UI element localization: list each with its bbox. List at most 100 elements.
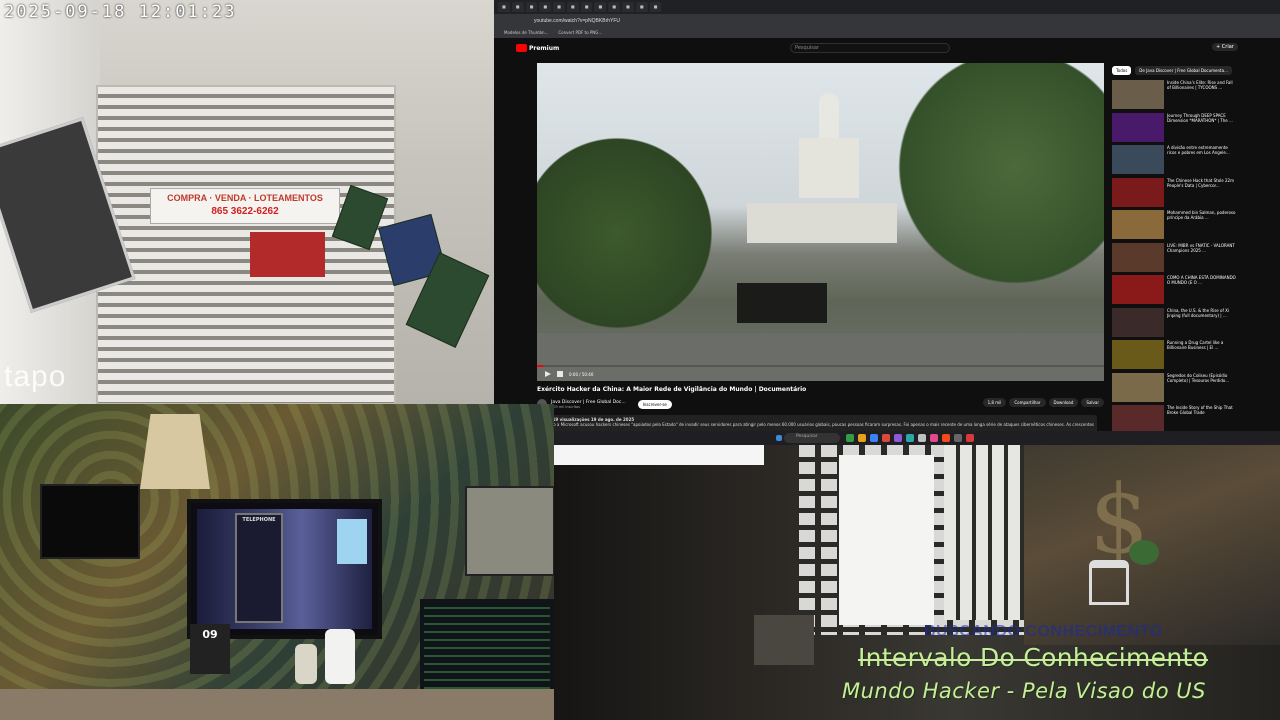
video-thumbnail[interactable] (1112, 112, 1164, 142)
download-button[interactable]: Download (1048, 398, 1079, 407)
browser-tab[interactable]: ■ (511, 2, 524, 12)
recommendation-item[interactable]: Inside China's Elite: Rise and Fall of B… (1112, 80, 1236, 112)
youtube-header: Premium Pesquisar + Criar (494, 38, 1280, 58)
recommendation-item[interactable]: Mohammed bin Salman, poderoso príncipe d… (1112, 210, 1236, 242)
chrome-icon[interactable] (942, 434, 950, 442)
desk (0, 689, 554, 720)
recommendation-item[interactable]: The Chinese Hack that Stole 22m People's… (1112, 177, 1236, 210)
video-thumbnail[interactable] (1112, 405, 1164, 434)
youtube-logo[interactable]: Premium (516, 44, 559, 52)
search-input[interactable]: Pesquisar (790, 43, 950, 53)
recommendation-title[interactable]: Inside China's Elite: Rise and Fall of B… (1167, 80, 1236, 100)
chip-channel[interactable]: De Java Discover | Free Global Documenta… (1135, 66, 1232, 75)
browser-tab[interactable]: ■ (649, 2, 662, 12)
url-text[interactable]: youtube.com/watch?v=pNQBKBrhYFU (534, 18, 620, 24)
create-button[interactable]: + Criar (1212, 43, 1238, 51)
browser-tab[interactable]: ■ (594, 2, 607, 12)
bookmark-item[interactable]: Modelos de Thumbn... (504, 30, 548, 36)
recommendations-list: Inside China's Elite: Rise and Fall of B… (1112, 80, 1236, 438)
browser-tab[interactable]: ■ (498, 2, 510, 12)
recommendation-title[interactable]: China, the U.S. & the Rise of Xi Jinping… (1167, 308, 1236, 328)
bottle (325, 629, 355, 684)
recommendation-title[interactable]: Segredos do Coliseu (Episódio Completo) … (1167, 373, 1236, 393)
recommendation-item[interactable]: Journey Through DEEP SPACE Dimension *MA… (1112, 112, 1236, 145)
subscribe-button[interactable]: Inscrever-se (637, 399, 672, 409)
browser-tab[interactable]: ■ (622, 2, 634, 12)
video-thumbnail[interactable] (1112, 80, 1164, 109)
app-icon[interactable] (918, 434, 926, 442)
youtube-logo-text: Premium (529, 44, 560, 52)
video-thumbnail[interactable] (1112, 177, 1164, 207)
video-thumbnail[interactable] (1112, 307, 1164, 337)
browser-tab-strip[interactable]: ■ ■ ■ ■ ■ ■ ■ ■ ■ ■ ■ ■ (494, 0, 1280, 14)
tv-window (337, 519, 367, 564)
channel-row: Java Discover | Free Global Doc... 809 m… (537, 397, 1104, 411)
video-player[interactable] (537, 63, 1104, 381)
channel-subscribers: 809 mil inscritos (551, 404, 580, 409)
browser-tab[interactable]: ■ (635, 2, 648, 12)
channel-name[interactable]: Java Discover | Free Global Doc... (551, 400, 626, 405)
app-icon[interactable] (846, 434, 854, 442)
taskbar-search-input[interactable]: Pesquisar (784, 433, 840, 443)
plant (1129, 540, 1159, 565)
video-thumbnail[interactable] (1112, 242, 1164, 272)
browser-tab[interactable]: ■ (566, 2, 579, 12)
like-button[interactable]: 1,8 mil (982, 398, 1007, 407)
video-thumbnail[interactable] (1112, 275, 1164, 304)
lamp-shade (140, 414, 210, 489)
bag (754, 615, 814, 665)
bookmark-item[interactable]: Convert PDF to PNG... (558, 30, 602, 36)
browser-tab[interactable]: ■ (539, 2, 552, 12)
recommendation-chips: Todos De Java Discover | Free Global Doc… (1112, 66, 1232, 75)
browser-tab[interactable]: ■ (553, 2, 565, 12)
tv-screen: TELEPHONE (197, 509, 372, 629)
app-icon[interactable] (870, 434, 878, 442)
recommendation-title[interactable]: A divisão entre extremamente ricos e pob… (1167, 145, 1236, 165)
recommendation-title[interactable]: The Chinese Hack that Stole 22m People's… (1167, 178, 1236, 198)
recommendation-item[interactable]: COMO A CHINA ESTÁ DOMINANDO O MUNDO (E O… (1112, 275, 1236, 307)
chip-all[interactable]: Todos (1112, 66, 1132, 75)
video-thumbnail[interactable] (1112, 210, 1164, 239)
window-grille (944, 445, 1024, 620)
app-icon[interactable] (966, 434, 974, 442)
recommendation-item[interactable]: A divisão entre extremamente ricos e pob… (1112, 145, 1236, 177)
app-icon[interactable] (930, 434, 938, 442)
recommendation-title[interactable]: The Inside Story of the Ship That Broke … (1167, 405, 1236, 425)
browser-tab[interactable]: ■ (608, 2, 621, 12)
recommendation-title[interactable]: Mohammed bin Salman, poderoso príncipe d… (1167, 210, 1236, 230)
video-thumbnail[interactable] (1112, 145, 1164, 174)
app-icon[interactable] (906, 434, 914, 442)
audio-software-screen (420, 599, 554, 699)
video-capitol-wing (747, 203, 897, 243)
video-capitol-dome (799, 93, 859, 198)
studio-camera-feed: TELEPHONE 09 (0, 404, 554, 720)
volume-icon[interactable] (557, 371, 563, 377)
app-icon[interactable] (954, 434, 962, 442)
video-thumbnail[interactable] (1112, 372, 1164, 402)
app-icon[interactable] (858, 434, 866, 442)
recommendation-item[interactable]: LIVE: MIBR vs FNATIC - VALORANT Champion… (1112, 242, 1236, 275)
recommendation-title[interactable]: Running a Drug Cartel like a Billionaire… (1167, 340, 1236, 360)
recommendation-title[interactable]: Journey Through DEEP SPACE Dimension *MA… (1167, 113, 1236, 133)
security-camera-feed: COMPRA · VENDA · LOTEAMENTOS 865 3622-62… (0, 0, 494, 404)
recommendation-item[interactable]: Segredos do Coliseu (Episódio Completo) … (1112, 372, 1236, 405)
windows-taskbar: Pesquisar (494, 431, 1280, 445)
photo-frame (465, 486, 554, 576)
save-button[interactable]: Salvar (1081, 398, 1104, 407)
browser-tab[interactable]: ■ (580, 2, 593, 12)
share-button[interactable]: Compartilhar (1009, 398, 1046, 407)
browser-tab[interactable]: ■ (525, 2, 538, 12)
recommendation-title[interactable]: LIVE: MIBR vs FNATIC - VALORANT Champion… (1167, 243, 1236, 263)
recommendation-item[interactable]: China, the U.S. & the Rise of Xi Jinping… (1112, 307, 1236, 340)
recommendation-title[interactable]: COMO A CHINA ESTÁ DOMINANDO O MUNDO (E O… (1167, 275, 1236, 295)
address-bar[interactable]: youtube.com/watch?v=pNQBKBrhYFU (494, 14, 1280, 28)
sign-text: COMPRA · VENDA · LOTEAMENTOS (167, 193, 323, 203)
app-icon[interactable] (882, 434, 890, 442)
start-icon[interactable] (776, 435, 782, 441)
play-icon[interactable] (545, 371, 551, 377)
recommendation-item[interactable]: Running a Drug Cartel like a Billionaire… (1112, 340, 1236, 372)
television: TELEPHONE (187, 499, 382, 639)
video-thumbnail[interactable] (1112, 340, 1164, 369)
app-icon[interactable] (894, 434, 902, 442)
youtube-play-icon (516, 44, 527, 52)
